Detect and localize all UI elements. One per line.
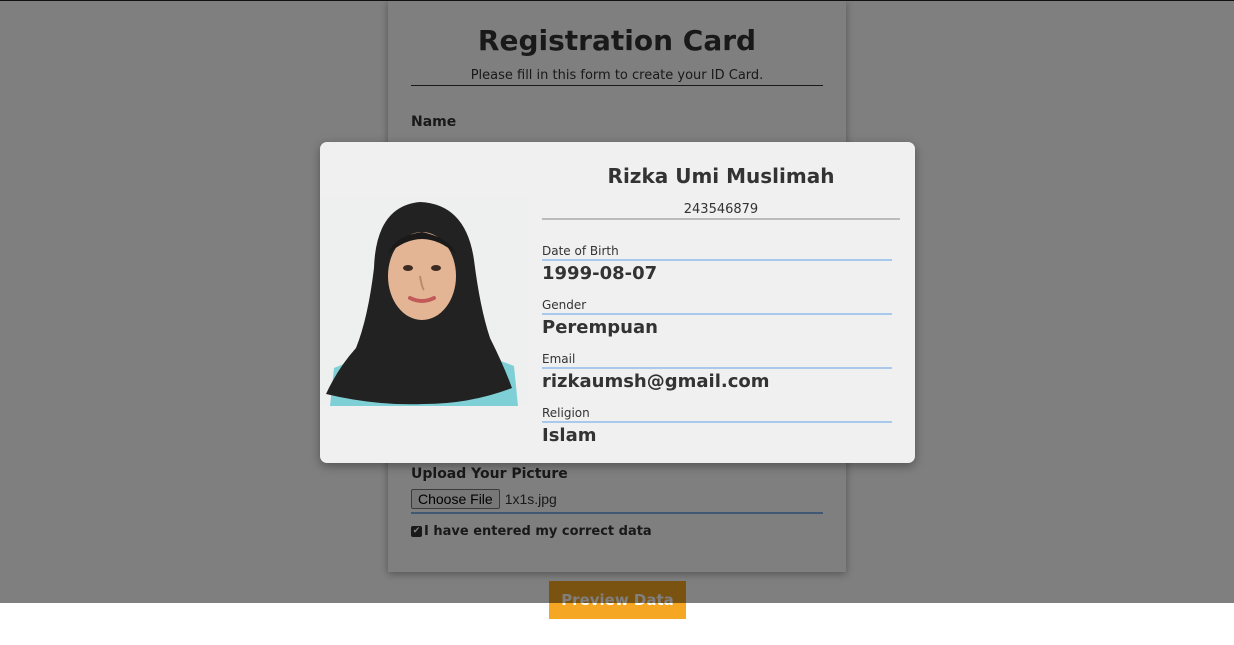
detail-email: Email rizkaumsh@gmail.com <box>542 351 892 395</box>
detail-gender: Gender Perempuan <box>542 297 892 341</box>
detail-value: rizkaumsh@gmail.com <box>542 371 770 392</box>
card-holder-name: Rizka Umi Muslimah <box>607 164 835 188</box>
profile-photo <box>320 198 528 406</box>
id-card-modal: Rizka Umi Muslimah 243546879 Date of Bir… <box>320 142 915 463</box>
detail-religion: Religion Islam <box>542 405 892 449</box>
detail-label: Email <box>542 351 892 369</box>
card-id-number: 243546879 <box>542 202 900 220</box>
detail-label: Gender <box>542 297 892 315</box>
detail-date-of-birth: Date of Birth 1999-08-07 <box>542 243 892 287</box>
detail-value: 1999-08-07 <box>542 263 658 284</box>
detail-value: Islam <box>542 425 597 446</box>
detail-label: Religion <box>542 405 892 423</box>
detail-value: Perempuan <box>542 317 658 338</box>
detail-label: Date of Birth <box>542 243 892 261</box>
top-divider <box>0 0 1234 1</box>
